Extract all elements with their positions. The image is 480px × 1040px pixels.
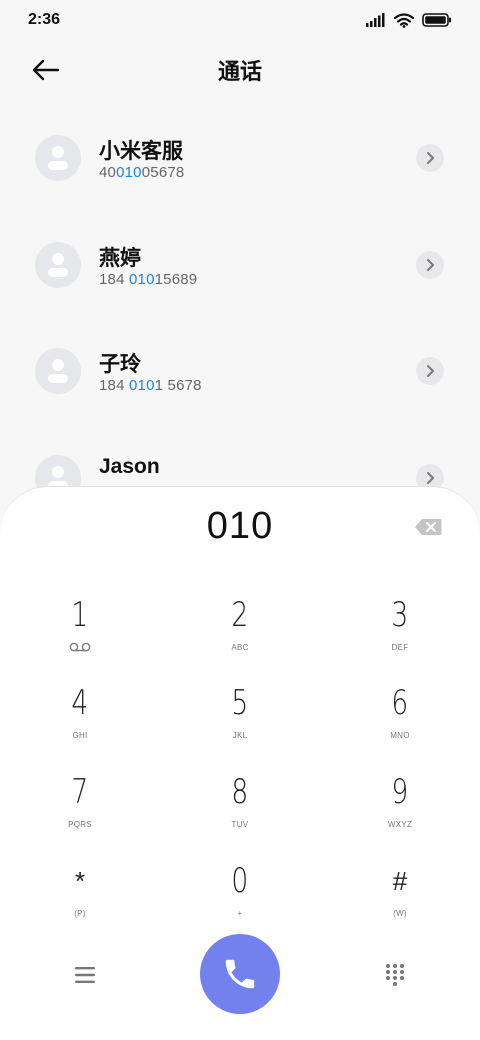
dialpad-icon	[386, 964, 404, 986]
avatar	[35, 348, 81, 394]
signal-icon	[366, 13, 385, 27]
contact-name: 子玲	[99, 353, 141, 376]
phone-icon	[225, 959, 255, 989]
dial-key-letters: MNO	[390, 730, 410, 740]
dial-key-digit: 1	[71, 595, 89, 635]
contact-number: 184 01015689	[99, 271, 197, 288]
dial-key-digit: 4	[71, 683, 89, 723]
header: 通话	[0, 48, 480, 92]
wifi-icon	[394, 12, 414, 28]
dial-key-letters: (P)	[74, 908, 86, 918]
dial-key[interactable]: * (P)	[20, 857, 140, 937]
number-segment: 15689	[154, 271, 198, 288]
backspace-button[interactable]	[412, 515, 444, 539]
page-title: 通话	[217, 59, 262, 84]
dial-key-digit: 7	[71, 772, 89, 812]
number-segment: 184	[99, 377, 129, 394]
number-match-highlight: 010	[129, 271, 155, 288]
voicemail-icon	[69, 641, 91, 653]
menu-button[interactable]	[68, 960, 102, 990]
avatar	[35, 135, 81, 181]
contact-detail-button[interactable]	[416, 144, 444, 172]
dial-input[interactable]: 010	[0, 505, 480, 548]
dial-key-digit: #	[392, 866, 408, 896]
dial-key[interactable]: 9 WXYZ	[340, 768, 460, 848]
dial-key[interactable]: 3 DEF	[340, 591, 460, 671]
number-match-highlight: 010	[129, 377, 155, 394]
chevron-right-icon	[427, 259, 434, 271]
dial-key-letters: DEF	[391, 642, 409, 652]
dial-key[interactable]: 8 TUV	[180, 768, 300, 848]
bottom-bar	[0, 934, 480, 1014]
arrow-left-icon	[32, 59, 60, 81]
dial-key-digit: 8	[231, 772, 249, 812]
number-segment: 1 5678	[154, 377, 202, 394]
dial-key-digit: 6	[391, 683, 409, 723]
dial-key-digit: 9	[391, 772, 409, 812]
dial-key[interactable]: 4 GHI	[20, 679, 140, 759]
contact-row[interactable]: 小米客服 4001005678	[0, 112, 480, 206]
number-segment: 05678	[141, 164, 185, 181]
dial-key-letters: WXYZ	[387, 819, 413, 829]
number-segment: 40	[99, 164, 117, 181]
dial-key-digit: 2	[231, 595, 249, 635]
dial-key[interactable]: 2 ABC	[180, 591, 300, 671]
status-bar: 2:36	[0, 0, 480, 40]
number-match-highlight: 010	[116, 164, 142, 181]
dial-key-letters: JKL	[232, 730, 248, 740]
dial-key-digit: 3	[391, 595, 409, 635]
avatar	[35, 242, 81, 288]
contact-number: 184 0101 5678	[99, 377, 202, 394]
dial-key[interactable]: 1	[20, 591, 140, 671]
chevron-right-icon	[427, 152, 434, 164]
dial-key-letters: GHI	[72, 730, 88, 740]
dial-key-digit: *	[74, 866, 86, 896]
dial-key[interactable]: 0 +	[180, 857, 300, 937]
dialpad-toggle-button[interactable]	[378, 958, 412, 992]
call-button[interactable]	[200, 934, 280, 1014]
contact-name: Jason	[99, 455, 160, 478]
dial-key-letters: ABC	[231, 642, 249, 652]
dial-key[interactable]: 6 MNO	[340, 679, 460, 759]
dial-key-digit: 0	[231, 861, 249, 901]
dial-key-letters: TUV	[231, 819, 249, 829]
contact-detail-button[interactable]	[416, 357, 444, 385]
contact-name: 小米客服	[99, 140, 183, 163]
contact-row[interactable]: 子玲 184 0101 5678	[0, 325, 480, 419]
number-segment: 184	[99, 271, 129, 288]
contact-row[interactable]: 燕婷 184 01015689	[0, 219, 480, 313]
dial-key[interactable]: 7 PQRS	[20, 768, 140, 848]
dial-key-digit: 5	[231, 683, 249, 723]
back-button[interactable]	[28, 54, 64, 86]
contact-number: 4001005678	[99, 164, 184, 181]
status-icons	[366, 12, 452, 28]
dial-key-letters: +	[237, 908, 243, 918]
dial-key-letters: (W)	[393, 908, 407, 918]
dial-key[interactable]: # (W)	[340, 857, 460, 937]
contact-name: 燕婷	[99, 247, 141, 270]
menu-icon	[75, 967, 95, 983]
chevron-right-icon	[427, 472, 434, 484]
battery-icon	[422, 13, 451, 27]
contact-detail-button[interactable]	[416, 251, 444, 279]
dial-key[interactable]: 5 JKL	[180, 679, 300, 759]
chevron-right-icon	[427, 365, 434, 377]
status-time: 2:36	[28, 11, 61, 28]
dial-key-letters: PQRS	[68, 819, 92, 829]
backspace-icon	[415, 519, 442, 535]
